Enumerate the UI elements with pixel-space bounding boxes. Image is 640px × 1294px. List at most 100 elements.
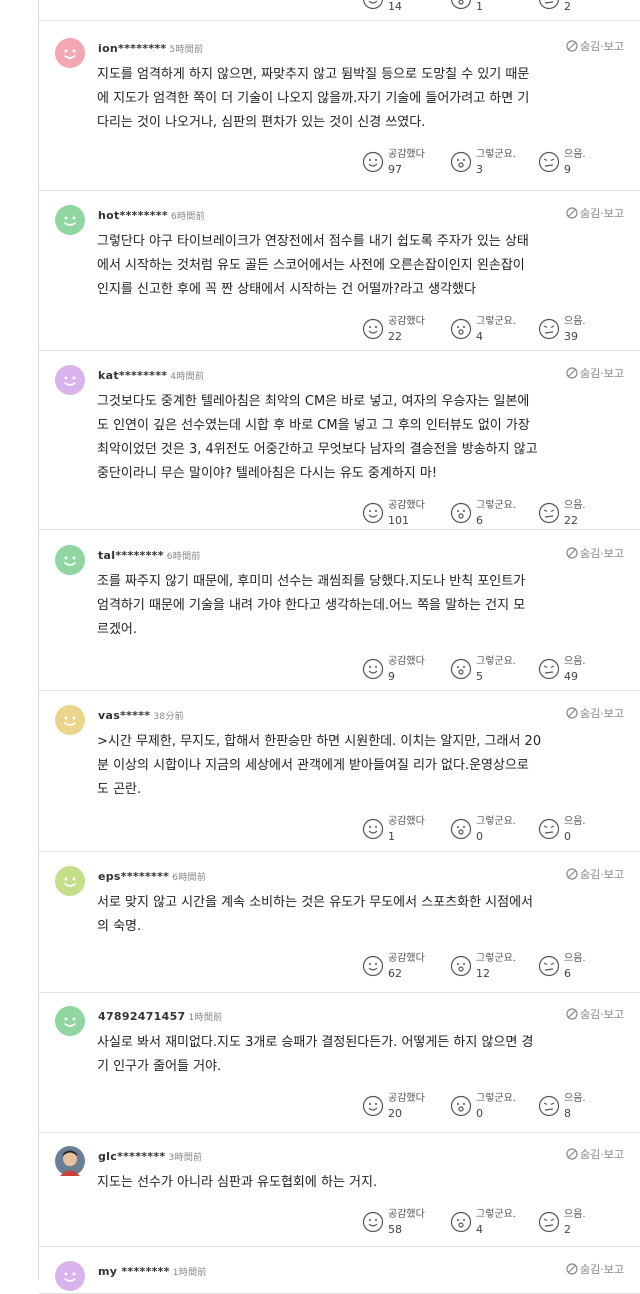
- like-reaction[interactable]: 공감했다 1: [362, 810, 450, 846]
- hmm-reaction[interactable]: 그렇군요. 5: [450, 650, 538, 686]
- comment-time: 4時間前: [170, 372, 205, 382]
- hmm-reaction[interactable]: 그렇군요. 0: [450, 810, 538, 846]
- hide-report-button[interactable]: 숨김·보고: [566, 38, 624, 54]
- like-count: 20: [388, 1107, 402, 1120]
- avatar[interactable]: [55, 1006, 85, 1036]
- username-text[interactable]: glc********: [98, 1150, 166, 1163]
- comment-line: 지도를 엄격하게 하지 않으면, 짜맞추지 않고 뒴박질 등으로 도망칠 수 있…: [97, 67, 530, 82]
- comment-item: hot******** 6時間前 숨김·보고그렇단다 야구 타이브레이크가 연장전에…: [39, 197, 640, 351]
- hmm-reaction[interactable]: 그렇군요. 0: [450, 1087, 538, 1123]
- comment-item: my ******** 1時間前 숨김·보고: [39, 1253, 640, 1294]
- like-reaction[interactable]: 공감했다 20: [362, 1087, 450, 1123]
- meh-reaction[interactable]: 으음. 22: [538, 494, 626, 530]
- username-text[interactable]: 47892471457: [98, 1010, 186, 1023]
- hide-report-button[interactable]: 숨김·보고: [566, 545, 624, 561]
- avatar[interactable]: [55, 38, 85, 68]
- username-text[interactable]: kat********: [98, 369, 167, 382]
- hmm-label: 그렇군요.: [476, 500, 516, 511]
- avatar[interactable]: [55, 705, 85, 735]
- like-count: 97: [388, 163, 402, 176]
- comment-username[interactable]: vas***** 38分前: [98, 709, 184, 722]
- hide-report-button[interactable]: 숨김·보고: [566, 205, 624, 221]
- comment-line: 의 숙명.: [97, 919, 142, 934]
- meh-label: 으음.: [564, 1093, 586, 1104]
- surprised-emoji-icon: [450, 318, 472, 340]
- meh-reaction[interactable]: 으음. 39: [538, 310, 626, 346]
- hmm-reaction[interactable]: 그렇군요. 3: [450, 143, 538, 179]
- meh-reaction[interactable]: 으음. 6: [538, 947, 626, 983]
- comment-line: 조를 짜주지 않기 때문에, 후미미 선수는 괘씸죄를 당했다.지도나 반칙 포…: [97, 574, 526, 589]
- reaction-bar: 공감했다 1 그렇군요. 0 으음. 0: [362, 810, 626, 846]
- meh-reaction[interactable]: 으음. 8: [538, 1087, 626, 1123]
- comment-username[interactable]: tal******** 6時間前: [98, 549, 201, 562]
- comment-line: 그것보다도 중계한 텔레아침은 최악의 CM은 바로 넣고, 여자의 우승자는 …: [97, 394, 530, 409]
- comment-time: 6時間前: [170, 212, 205, 222]
- like-label: 공감했다: [388, 1093, 425, 1104]
- hmm-reaction[interactable]: 그렇군요. 6: [450, 494, 538, 530]
- comment-username[interactable]: hot******** 6時間前: [98, 209, 205, 222]
- hmm-label: 그렇군요.: [476, 1209, 516, 1220]
- comment-username[interactable]: eps******** 6時間前: [98, 870, 206, 883]
- comment-line: 다리는 것이 나오거나, 심판의 편차가 있는 것이 신경 쓰였다.: [97, 115, 426, 130]
- hide-report-button[interactable]: 숨김·보고: [566, 705, 624, 721]
- hmm-count: 5: [476, 670, 483, 683]
- block-icon: [566, 207, 578, 219]
- avatar[interactable]: [55, 866, 85, 896]
- like-reaction[interactable]: 공감했다 97: [362, 143, 450, 179]
- hmm-reaction[interactable]: 그렇군요. 12: [450, 947, 538, 983]
- comment-username[interactable]: kat******** 4時間前: [98, 369, 204, 382]
- comment-username[interactable]: ion******** 5時間前: [98, 42, 203, 55]
- like-reaction[interactable]: 공감했다 22: [362, 310, 450, 346]
- hide-report-button[interactable]: 숨김·보고: [566, 1006, 624, 1022]
- avatar[interactable]: [55, 1146, 85, 1176]
- meh-reaction[interactable]: 으음. 0: [538, 810, 626, 846]
- meh-reaction[interactable]: 으음. 49: [538, 650, 626, 686]
- like-label: 공감했다: [388, 953, 425, 964]
- comment-body: 그렇단다 야구 타이브레이크가 연장전에서 점수를 내기 쉽도록 주자가 있는 …: [97, 230, 618, 302]
- hmm-reaction[interactable]: 그렇군요. 4: [450, 1203, 538, 1239]
- comment-username[interactable]: my ******** 1時間前: [98, 1265, 207, 1278]
- hide-report-button[interactable]: 숨김·보고: [566, 866, 624, 882]
- avatar[interactable]: [55, 545, 85, 575]
- username-text[interactable]: eps********: [98, 870, 169, 883]
- comment-line: 기 인구가 줄어들 거야.: [97, 1059, 222, 1074]
- thinking-emoji-icon: [538, 818, 560, 840]
- meh-reaction[interactable]: 으음. 2: [538, 1203, 626, 1239]
- avatar[interactable]: [55, 365, 85, 395]
- username-text[interactable]: vas*****: [98, 709, 150, 722]
- username-text[interactable]: tal********: [98, 549, 164, 562]
- hide-report-label: 숨김·보고: [580, 868, 624, 881]
- comment-line: 최악이었던 것은 3, 4위전도 어중간하고 무엇보다 남자의 결승전을 방송하…: [97, 442, 538, 457]
- like-reaction[interactable]: 공감했다 62: [362, 947, 450, 983]
- like-reaction[interactable]: 14: [362, 0, 450, 16]
- comment-body: 서로 맞지 않고 시간을 계속 소비하는 것은 유도가 무도에서 스포츠화한 시…: [97, 891, 618, 939]
- meh-reaction[interactable]: 으음. 9: [538, 143, 626, 179]
- meh-count: 8: [564, 1107, 571, 1120]
- hmm-reaction[interactable]: 1: [450, 0, 538, 16]
- meh-count: 49: [564, 670, 578, 683]
- username-text[interactable]: my ********: [98, 1265, 170, 1278]
- avatar[interactable]: [55, 1261, 85, 1291]
- like-reaction[interactable]: 공감했다 9: [362, 650, 450, 686]
- thinking-emoji-icon: [538, 0, 560, 10]
- block-icon: [566, 868, 578, 880]
- username-text[interactable]: ion********: [98, 42, 166, 55]
- hmm-reaction[interactable]: 그렇군요. 4: [450, 310, 538, 346]
- comment-item: kat******** 4時間前 숨김·보고그것보다도 중계한 텔레아침은 최악의 …: [39, 357, 640, 530]
- comment-body: 사실로 봐서 재미없다.지도 3개로 승패가 결정된다든가. 어떻게든 하지 않…: [97, 1031, 618, 1079]
- like-count: 62: [388, 967, 402, 980]
- like-reaction[interactable]: 공감했다 58: [362, 1203, 450, 1239]
- comment-username[interactable]: glc******** 3時間前: [98, 1150, 202, 1163]
- hide-report-button[interactable]: 숨김·보고: [566, 1261, 624, 1277]
- like-label: 공감했다: [388, 1209, 425, 1220]
- like-reaction[interactable]: 공감했다 101: [362, 494, 450, 530]
- hide-report-button[interactable]: 숨김·보고: [566, 1146, 624, 1162]
- hide-report-label: 숨김·보고: [580, 707, 624, 720]
- thinking-emoji-icon: [538, 151, 560, 173]
- avatar[interactable]: [55, 205, 85, 235]
- hide-report-button[interactable]: 숨김·보고: [566, 365, 624, 381]
- username-text[interactable]: hot********: [98, 209, 168, 222]
- comment-body: >시간 무제한, 무지도, 합해서 한판승만 하면 시원한데. 이치는 알지만,…: [97, 730, 618, 802]
- comment-username[interactable]: 47892471457 1時間前: [98, 1010, 222, 1023]
- meh-reaction[interactable]: 2: [538, 0, 626, 16]
